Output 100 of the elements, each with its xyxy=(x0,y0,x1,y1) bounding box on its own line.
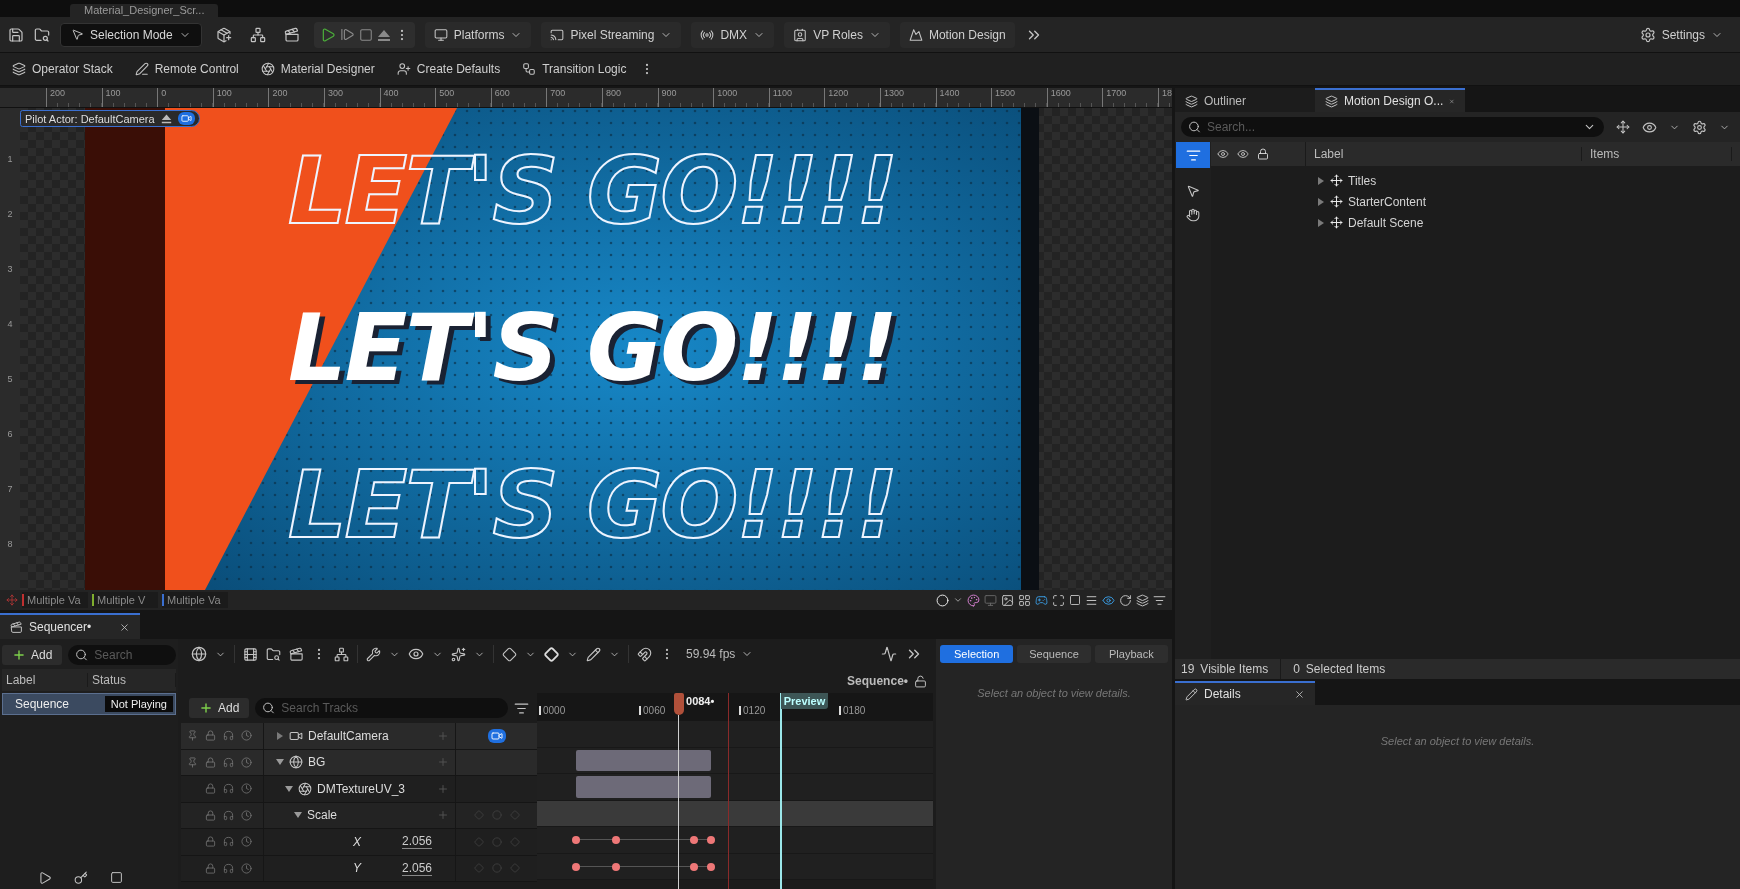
end-marker-line[interactable] xyxy=(728,693,730,889)
track-name[interactable]: BG xyxy=(308,755,326,770)
clock-icon[interactable] xyxy=(241,809,252,821)
expand-triangle-icon[interactable] xyxy=(294,811,302,820)
outliner-item[interactable]: Default Scene xyxy=(1348,215,1424,230)
column-header[interactable]: Items xyxy=(1582,147,1732,161)
sequencer-tab[interactable]: Sequencer• xyxy=(0,613,140,639)
wrench-icon[interactable] xyxy=(366,646,381,662)
toolbar-menu[interactable]: Platforms xyxy=(424,21,532,48)
add-cube-icon[interactable] xyxy=(215,26,232,43)
track-name[interactable]: DefaultCamera xyxy=(308,728,389,743)
folder-search-icon[interactable] xyxy=(34,26,50,43)
palette-icon[interactable] xyxy=(967,593,980,607)
settings-button[interactable]: Settings xyxy=(1630,21,1732,48)
section-bar[interactable] xyxy=(575,749,711,771)
expand-triangle-icon[interactable] xyxy=(276,758,284,767)
track-name[interactable]: Y xyxy=(353,861,361,876)
camera-chip[interactable] xyxy=(487,728,506,743)
toolbar-button[interactable]: Operator Stack xyxy=(4,56,121,82)
step-forward-icon[interactable] xyxy=(339,27,355,42)
rotate-icon[interactable] xyxy=(1119,593,1132,607)
column-header[interactable]: Status xyxy=(88,673,176,687)
expand-triangle-icon[interactable] xyxy=(1317,176,1325,185)
pilot-actor-badge[interactable]: Pilot Actor: DefaultCamera xyxy=(20,110,200,127)
view-switch-tab[interactable]: Playback xyxy=(1094,645,1168,663)
key-diamond-icon[interactable] xyxy=(544,646,559,662)
settings-icon[interactable] xyxy=(1692,119,1707,135)
filter-icon[interactable] xyxy=(1153,593,1166,607)
eye-icon[interactable] xyxy=(1217,148,1229,160)
camera-chip[interactable] xyxy=(177,112,195,125)
globe-icon[interactable] xyxy=(191,646,207,662)
clock-icon[interactable] xyxy=(241,730,252,742)
expand-triangle-icon[interactable] xyxy=(1317,197,1325,206)
search-field[interactable]: Search xyxy=(68,645,176,665)
keyframe-dot[interactable] xyxy=(690,836,698,844)
play-icon[interactable] xyxy=(38,871,52,885)
preview-line[interactable] xyxy=(779,693,782,889)
square-icon[interactable] xyxy=(1069,594,1081,606)
clock-icon[interactable] xyxy=(241,862,252,874)
value-field[interactable]: 2.056 xyxy=(402,834,433,850)
mode-dropdown[interactable]: Selection Mode xyxy=(60,22,202,47)
folder-search-icon[interactable] xyxy=(266,646,281,662)
track-name[interactable]: X xyxy=(353,834,361,849)
keyframe-dot[interactable] xyxy=(706,862,715,871)
toolbar-menu[interactable]: DMX xyxy=(691,21,775,48)
add-button[interactable]: Add xyxy=(2,645,63,665)
keyframe-dot[interactable] xyxy=(611,836,620,844)
fps-dropdown[interactable]: 59.94 fps xyxy=(682,647,758,661)
toolbar-button[interactable]: Remote Control xyxy=(126,56,247,82)
transform-field[interactable]: Multiple Va xyxy=(162,592,228,608)
close-icon[interactable] xyxy=(119,621,130,633)
hand-icon[interactable] xyxy=(1186,208,1200,222)
eject-icon[interactable] xyxy=(160,113,172,124)
headphones-icon[interactable] xyxy=(223,862,234,874)
clapperboard-icon[interactable] xyxy=(283,26,300,43)
eye-icon[interactable] xyxy=(1237,148,1249,160)
motion-design-button[interactable]: Motion Design xyxy=(899,21,1015,48)
diamond-icon[interactable] xyxy=(502,646,517,662)
playhead-handle[interactable] xyxy=(674,693,684,715)
curve-editor-icon[interactable] xyxy=(881,646,897,662)
keyframe-dot[interactable] xyxy=(690,862,698,871)
track-search-field[interactable]: Search Tracks xyxy=(255,698,508,718)
pencil-icon[interactable] xyxy=(586,646,601,662)
unlock-icon[interactable] xyxy=(914,674,927,688)
keyframe-dot[interactable] xyxy=(611,862,620,871)
expand-triangle-icon[interactable] xyxy=(1317,218,1325,227)
toolbar-button[interactable]: Material Designer xyxy=(252,56,383,82)
preview-tag[interactable]: Preview xyxy=(780,693,829,709)
grid-icon[interactable] xyxy=(1018,593,1031,607)
toolbar-menu[interactable]: VP Roles xyxy=(784,21,890,48)
pointer-icon[interactable] xyxy=(1186,184,1200,198)
save-icon[interactable] xyxy=(8,26,24,43)
maximize-icon[interactable] xyxy=(1052,593,1065,607)
headphones-icon[interactable] xyxy=(223,836,234,848)
gamepad-icon[interactable] xyxy=(1035,593,1048,607)
close-icon[interactable] xyxy=(1294,688,1305,700)
eye-icon[interactable] xyxy=(1102,593,1115,607)
sparkle-icon[interactable] xyxy=(451,646,466,662)
magnet-icon[interactable] xyxy=(637,646,652,662)
column-header[interactable]: Label xyxy=(1306,147,1582,161)
transform-field[interactable]: Multiple V xyxy=(92,592,158,608)
toolbar-menu[interactable]: Pixel Streaming xyxy=(541,21,682,48)
clapperboard-icon[interactable] xyxy=(289,646,304,662)
circle-icon[interactable] xyxy=(936,593,949,607)
headphones-icon[interactable] xyxy=(223,809,234,821)
headphones-icon[interactable] xyxy=(223,756,234,768)
headphones-icon[interactable] xyxy=(223,783,234,795)
image-icon[interactable] xyxy=(1001,593,1014,607)
clock-icon[interactable] xyxy=(241,783,252,795)
add-track-button[interactable]: Add xyxy=(189,698,250,718)
expand-triangle-icon[interactable] xyxy=(285,784,293,793)
outliner-item[interactable]: Titles xyxy=(1348,173,1377,188)
keyframe-dot[interactable] xyxy=(571,836,580,844)
panel-tab[interactable]: Outliner xyxy=(1175,88,1315,112)
column-header[interactable]: Label xyxy=(2,673,88,687)
transform-field[interactable]: Multiple Va xyxy=(22,592,88,608)
view-switch-tab[interactable]: Sequence xyxy=(1017,645,1091,663)
filter-button[interactable] xyxy=(1176,142,1210,168)
value-field[interactable]: 2.056 xyxy=(402,860,433,876)
document-tab[interactable]: Material_Designer_Scr... xyxy=(70,4,219,17)
